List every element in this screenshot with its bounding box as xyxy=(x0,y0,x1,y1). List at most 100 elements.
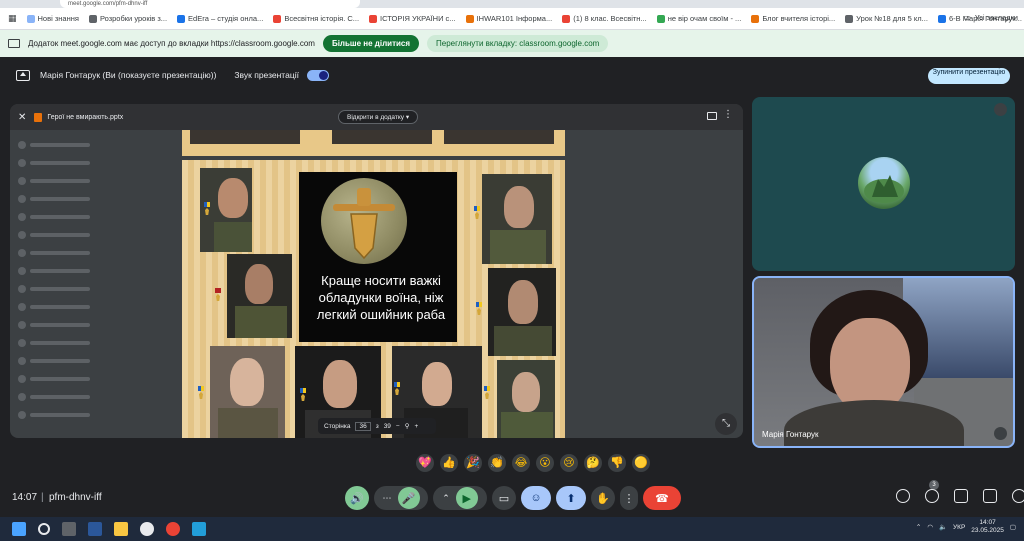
captions-button[interactable]: ▭ xyxy=(492,486,516,510)
switch-tab-button[interactable]: Переглянути вкладку: classroom.google.co… xyxy=(427,35,609,52)
expand-icon: ⤡ xyxy=(722,418,730,429)
close-icon[interactable]: ✕ xyxy=(18,112,26,123)
sharing-message: Додаток meet.google.com має доступ до вк… xyxy=(28,39,315,48)
all-bookmarks-button[interactable]: ▭ Усі закладки xyxy=(964,13,1018,22)
microphone-control[interactable]: ⋯ 🎤 xyxy=(374,486,428,510)
open-with-button[interactable]: Відкрити в додатку ▾ xyxy=(338,110,419,124)
reaction-laugh[interactable]: 😂 xyxy=(512,454,530,472)
page-label: Сторінка xyxy=(324,422,351,430)
bookmark-item[interactable]: Блог вчителя історі... xyxy=(751,14,835,23)
browser-tab[interactable]: meet.google.com/pfm-dhnv-iff xyxy=(60,0,360,8)
page-number-input[interactable]: 36 xyxy=(355,421,371,431)
presentation-audio-toggle[interactable] xyxy=(306,69,329,81)
medal-icon xyxy=(484,386,490,400)
sharing-infobar: Додаток meet.google.com має доступ до вк… xyxy=(0,30,1024,57)
windows-start-icon[interactable] xyxy=(12,522,26,536)
list-item xyxy=(18,192,128,205)
more-options-button[interactable]: ⋮ xyxy=(620,486,638,510)
presentation-audio-label: Звук презентації xyxy=(234,70,299,80)
list-item xyxy=(18,282,128,295)
bookmark-item[interactable]: ІСТОРІЯ УКРАЇНИ с... xyxy=(369,14,456,23)
speaker-icon: 🔊 xyxy=(350,492,364,505)
reaction-surprised[interactable]: 😮 xyxy=(536,454,554,472)
mic-muted-icon xyxy=(994,103,1007,116)
people-icon[interactable] xyxy=(925,489,939,503)
bookmark-item[interactable]: не вір очам своїм - ... xyxy=(656,14,741,23)
present-icon: ⬆ xyxy=(566,492,576,505)
apps-grid-icon[interactable]: ▦ xyxy=(8,13,17,24)
slide-quote: Краще носити важкі обладунки воїна, ніж … xyxy=(316,273,446,322)
host-controls-icon[interactable] xyxy=(1012,489,1024,503)
telegram-icon[interactable] xyxy=(192,522,206,536)
background-file-list xyxy=(18,138,128,438)
zoom-in-button[interactable]: + xyxy=(414,423,418,430)
mic-icon: 🎤 xyxy=(401,492,416,505)
bookmark-item[interactable]: Нові знання xyxy=(26,14,79,23)
search-icon[interactable] xyxy=(38,523,50,535)
bookmark-favicon xyxy=(88,14,97,23)
stop-sharing-button[interactable]: Більше не ділитися xyxy=(322,35,420,52)
list-item xyxy=(18,210,128,223)
reaction-thumbs-up[interactable]: 👍 xyxy=(440,454,458,472)
reaction-clap[interactable]: 👏 xyxy=(488,454,506,472)
reaction-party[interactable]: 🎉 xyxy=(464,454,482,472)
list-item xyxy=(18,228,128,241)
bookmark-item[interactable]: EdEra – студія онла... xyxy=(177,14,263,23)
present-button[interactable]: ⬆ xyxy=(556,486,586,510)
input-language[interactable]: УКР xyxy=(953,524,965,531)
zoom-icon: ⚲ xyxy=(404,423,410,430)
more-options-icon[interactable]: ⋮ xyxy=(723,109,733,120)
camera-control[interactable]: ⌃ ▶ xyxy=(433,486,487,510)
chevron-down-icon: ▾ xyxy=(405,114,410,121)
list-item xyxy=(18,354,128,367)
side-panel-buttons xyxy=(896,489,1024,503)
bookmark-item[interactable]: Урок №18 для 5 кл... xyxy=(845,14,928,23)
taskbar-clock[interactable]: 14:07 23.05.2025 xyxy=(971,519,1004,535)
stop-presenting-button[interactable]: Зупинити презентацію xyxy=(928,68,1010,84)
app-icon[interactable] xyxy=(140,522,154,536)
tile-options-icon[interactable] xyxy=(994,427,1007,440)
emoji-icon: ☺ xyxy=(530,492,542,504)
task-view-icon[interactable] xyxy=(62,522,76,536)
network-icon[interactable]: ◠ xyxy=(927,523,933,531)
hand-icon: ✋ xyxy=(596,492,610,505)
bookmark-favicon xyxy=(562,14,571,23)
microphone-button[interactable]: 🎤 xyxy=(397,487,420,509)
print-icon[interactable] xyxy=(707,112,717,120)
presenter-name: Марія Гонтарук (Ви (показуєте презентаці… xyxy=(40,70,217,80)
bookmark-item[interactable]: Розробки уроків з... xyxy=(88,14,167,23)
current-slide: Краще носити важкі обладунки воїна, ніж … xyxy=(182,160,565,438)
meeting-code: pfm-dhnv-iff xyxy=(49,492,102,503)
bookmark-item[interactable]: (1) 8 клас. Всесвітн... xyxy=(562,14,647,23)
time-divider: | xyxy=(41,492,44,503)
raise-hand-button[interactable]: ✋ xyxy=(591,486,615,510)
participant-tile[interactable] xyxy=(752,97,1015,271)
reaction-skin-tone[interactable]: 🟡 xyxy=(632,454,650,472)
tray-chevron-icon[interactable]: ⌃ xyxy=(916,523,921,531)
leave-call-button[interactable]: ☎ xyxy=(643,486,681,510)
hero-portrait xyxy=(497,360,555,438)
fit-to-screen-button[interactable]: ⤡ xyxy=(715,413,737,435)
list-item xyxy=(18,156,128,169)
bookmark-item[interactable]: IHWAR101 Інформа... xyxy=(465,14,552,23)
chrome-icon[interactable] xyxy=(166,522,180,536)
camera-button[interactable]: ▶ xyxy=(455,487,478,509)
reaction-thumbs-down[interactable]: 👎 xyxy=(608,454,626,472)
audio-output-button[interactable]: 🔊 xyxy=(345,486,369,510)
volume-icon[interactable]: 🔈 xyxy=(939,523,947,531)
emoji-button[interactable]: ☺ xyxy=(521,486,551,510)
reaction-thinking[interactable]: 🤔 xyxy=(584,454,602,472)
reaction-heart[interactable]: 💖 xyxy=(416,454,434,472)
medal-icon xyxy=(204,202,210,216)
zoom-out-button[interactable]: − xyxy=(396,423,400,430)
reaction-sad[interactable]: 😢 xyxy=(560,454,578,472)
notifications-icon[interactable]: ▢ xyxy=(1010,523,1016,531)
activities-icon[interactable] xyxy=(983,489,997,503)
info-icon[interactable] xyxy=(896,489,910,503)
word-icon[interactable] xyxy=(88,522,102,536)
system-tray: ⌃ ◠ 🔈 УКР 14:07 23.05.2025 ▢ xyxy=(916,519,1016,535)
bookmark-item[interactable]: Всесвітня історія. С... xyxy=(273,14,359,23)
chat-icon[interactable] xyxy=(954,489,968,503)
file-explorer-icon[interactable] xyxy=(114,522,128,536)
self-view-tile[interactable]: Марія Гонтарук xyxy=(752,276,1015,448)
